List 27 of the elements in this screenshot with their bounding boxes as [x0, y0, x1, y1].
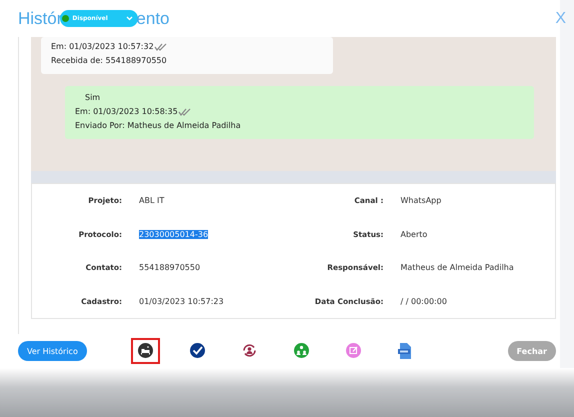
message-text: Recebida de: 554188970550 [51, 55, 167, 67]
field-value: 554188970550 [139, 263, 200, 272]
field-value: WhatsApp [400, 196, 442, 206]
double-check-icon [178, 108, 191, 116]
people-icon [294, 343, 309, 358]
window-title: ento [136, 8, 170, 28]
document-icon [398, 343, 412, 359]
chevron-icon [126, 16, 134, 21]
bed-icon [138, 343, 153, 358]
field-value: Matheus de Almeida Padilha [400, 263, 514, 272]
field-value: Aberto [400, 230, 428, 239]
checkmark-circle-icon [190, 343, 205, 358]
message-text: Enviado Por: Matheus de Almeida Padilha [75, 120, 241, 132]
message-text: Em: 01/03/2023 10:57:32 [51, 41, 154, 53]
close-button[interactable]: X [555, 10, 566, 28]
double-check-icon [154, 43, 167, 51]
message-text: Em: 01/03/2023 10:58:35 [75, 106, 178, 118]
field-value: 23030005014-36 [139, 230, 208, 239]
field-value: ABL IT [139, 196, 164, 206]
action-button[interactable] [130, 338, 160, 364]
field-value: 01/03/2023 10:57:23 [139, 296, 224, 306]
user-cycle-icon [242, 343, 257, 358]
edit-icon [346, 343, 361, 358]
window-title: Histór [18, 8, 62, 28]
message-text: Sim [85, 92, 100, 104]
field-value: / / 00:00:00 [400, 296, 447, 306]
history-button[interactable]: Ver Histórico [18, 341, 87, 361]
